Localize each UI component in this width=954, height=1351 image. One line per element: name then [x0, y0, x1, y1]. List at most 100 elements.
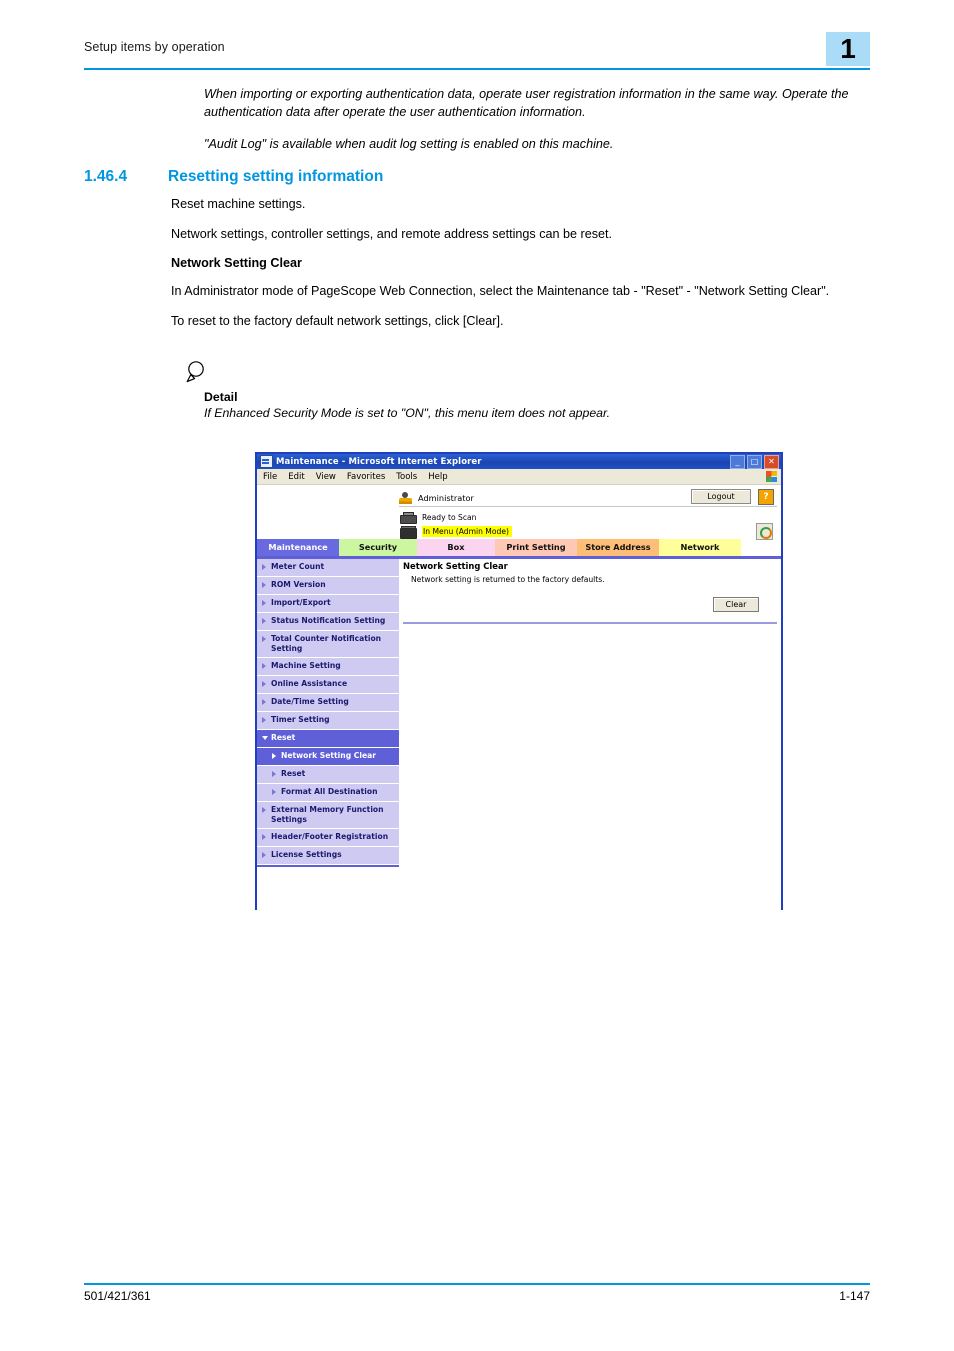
- intro-block: When importing or exporting authenticati…: [204, 85, 872, 167]
- sidebar-item-total-counter-notification-setting[interactable]: Total Counter Notification Setting: [257, 631, 399, 658]
- browser-menubar: File Edit View Favorites Tools Help: [257, 469, 781, 485]
- sidebar-item-header-footer-registration[interactable]: Header/Footer Registration: [257, 829, 399, 847]
- pagescope-content: Network Setting Clear Network setting is…: [403, 561, 777, 624]
- menu-tools[interactable]: Tools: [396, 472, 417, 482]
- content-description: Network setting is returned to the facto…: [411, 575, 605, 584]
- sidebar-item-timer-setting[interactable]: Timer Setting: [257, 712, 399, 730]
- chevron-right-icon: [262, 834, 266, 840]
- sidebar-item-label: Date/Time Setting: [271, 697, 349, 706]
- minimize-button[interactable]: _: [730, 455, 745, 469]
- menu-favorites[interactable]: Favorites: [347, 472, 385, 482]
- sidebar-item-status-notification-setting[interactable]: Status Notification Setting: [257, 613, 399, 631]
- chevron-right-icon: [262, 636, 266, 642]
- pagescope-sidebar: Meter Count ROM Version Import/Export St…: [257, 559, 399, 873]
- sidebar-item-label: Network Setting Clear: [281, 751, 376, 760]
- sidebar-item-meter-count[interactable]: Meter Count: [257, 559, 399, 577]
- tab-store-address[interactable]: Store Address: [577, 539, 659, 556]
- maximize-button[interactable]: □: [747, 455, 762, 469]
- chevron-right-icon: [262, 852, 266, 858]
- body-paragraph-3: In Administrator mode of PageScope Web C…: [171, 284, 830, 298]
- intro-paragraph-2: "Audit Log" is available when audit log …: [204, 137, 614, 151]
- sidebar-tail-divider: [257, 865, 399, 873]
- windows-logo-icon: [766, 471, 777, 482]
- chevron-right-icon: [262, 699, 266, 705]
- detail-body: If Enhanced Security Mode is set to "ON"…: [204, 406, 611, 420]
- window-buttons: _ □ ✕: [730, 455, 779, 469]
- section-title: Resetting setting information: [168, 168, 384, 185]
- clear-button-row: Clear: [403, 592, 777, 612]
- sidebar-item-label: Meter Count: [271, 562, 325, 571]
- intro-paragraph-1: When importing or exporting authenticati…: [204, 87, 849, 119]
- sidebar-item-machine-setting[interactable]: Machine Setting: [257, 658, 399, 676]
- chevron-right-icon: [262, 681, 266, 687]
- chevron-right-icon: [262, 807, 266, 813]
- footer-divider: [84, 1283, 870, 1285]
- logout-button[interactable]: Logout: [691, 489, 751, 504]
- sidebar-item-label: Import/Export: [271, 598, 331, 607]
- sidebar-item-label: External Memory Function Settings: [271, 805, 384, 824]
- chevron-right-icon: [262, 717, 266, 723]
- chevron-right-icon: [262, 600, 266, 606]
- tab-box[interactable]: Box: [417, 539, 495, 556]
- sidebar-item-online-assistance[interactable]: Online Assistance: [257, 676, 399, 694]
- sidebar-item-date-time-setting[interactable]: Date/Time Setting: [257, 694, 399, 712]
- pagescope-header: Administrator Logout ? Ready to Scan In …: [399, 489, 777, 540]
- sidebar-group-reset[interactable]: Reset: [257, 730, 399, 748]
- close-button[interactable]: ✕: [764, 455, 779, 469]
- browser-titlebar: Maintenance - Microsoft Internet Explore…: [257, 454, 781, 469]
- sidebar-item-label: Timer Setting: [271, 715, 330, 724]
- sidebar-item-reset[interactable]: Reset: [257, 766, 399, 784]
- chevron-right-icon: [272, 771, 276, 777]
- menu-view[interactable]: View: [316, 472, 336, 482]
- sidebar-item-rom-version[interactable]: ROM Version: [257, 577, 399, 595]
- help-icon[interactable]: ?: [758, 489, 774, 505]
- sidebar-item-network-setting-clear[interactable]: Network Setting Clear: [257, 748, 399, 766]
- tab-maintenance[interactable]: Maintenance: [257, 539, 339, 556]
- browser-window-screenshot: Maintenance - Microsoft Internet Explore…: [255, 452, 783, 911]
- sidebar-item-import-export[interactable]: Import/Export: [257, 595, 399, 613]
- sidebar-item-license-settings[interactable]: License Settings: [257, 847, 399, 865]
- browser-window-title: Maintenance - Microsoft Internet Explore…: [276, 456, 482, 467]
- section-body: Reset machine settings. Network settings…: [171, 196, 871, 343]
- web-page-content: Administrator Logout ? Ready to Scan In …: [257, 485, 781, 911]
- tab-network[interactable]: Network: [659, 539, 741, 556]
- page-header: Setup items by operation 1: [84, 32, 870, 68]
- status-line: In Menu (Admin Mode): [399, 525, 777, 539]
- sidebar-item-label: Online Assistance: [271, 679, 348, 688]
- menu-edit[interactable]: Edit: [288, 472, 304, 482]
- user-icon: [399, 491, 413, 504]
- ie-document-icon: [260, 455, 273, 468]
- sidebar-item-label: Machine Setting: [271, 661, 341, 670]
- clear-button[interactable]: Clear: [713, 597, 759, 612]
- chevron-right-icon: [262, 618, 266, 624]
- content-title: Network Setting Clear: [403, 561, 508, 571]
- sidebar-item-label: Format All Destination: [281, 787, 378, 796]
- status-text-scan: Ready to Scan: [422, 513, 477, 522]
- running-title: Setup items by operation: [84, 40, 225, 54]
- magnifier-icon: [185, 360, 211, 386]
- header-divider: [84, 68, 870, 70]
- copier-icon: [399, 526, 417, 539]
- sidebar-item-label: Status Notification Setting: [271, 616, 386, 625]
- sidebar-item-external-memory-function-settings[interactable]: External Memory Function Settings: [257, 802, 399, 829]
- sidebar-item-format-all-destination[interactable]: Format All Destination: [257, 784, 399, 802]
- chapter-number-badge: 1: [826, 32, 870, 66]
- refresh-icon[interactable]: [756, 523, 773, 540]
- sidebar-item-label: License Settings: [271, 850, 342, 859]
- detail-label: Detail: [204, 390, 238, 404]
- status-text-menu: In Menu (Admin Mode): [422, 526, 512, 537]
- sidebar-item-label: Total Counter Notification Setting: [271, 634, 382, 653]
- menu-file[interactable]: File: [263, 472, 277, 482]
- tab-security[interactable]: Security: [339, 539, 417, 556]
- user-name: Administrator: [418, 492, 474, 503]
- user-row: Administrator Logout ?: [399, 489, 777, 507]
- content-divider: [403, 622, 777, 624]
- tab-print-setting[interactable]: Print Setting: [495, 539, 577, 556]
- device-status-panel: Ready to Scan In Menu (Admin Mode): [399, 511, 777, 540]
- sidebar-item-label: Header/Footer Registration: [271, 832, 389, 841]
- scanner-icon: [399, 512, 417, 524]
- menu-help[interactable]: Help: [428, 472, 447, 482]
- chevron-right-icon: [262, 582, 266, 588]
- status-line: Ready to Scan: [399, 511, 777, 524]
- section-number: 1.46.4: [84, 168, 128, 185]
